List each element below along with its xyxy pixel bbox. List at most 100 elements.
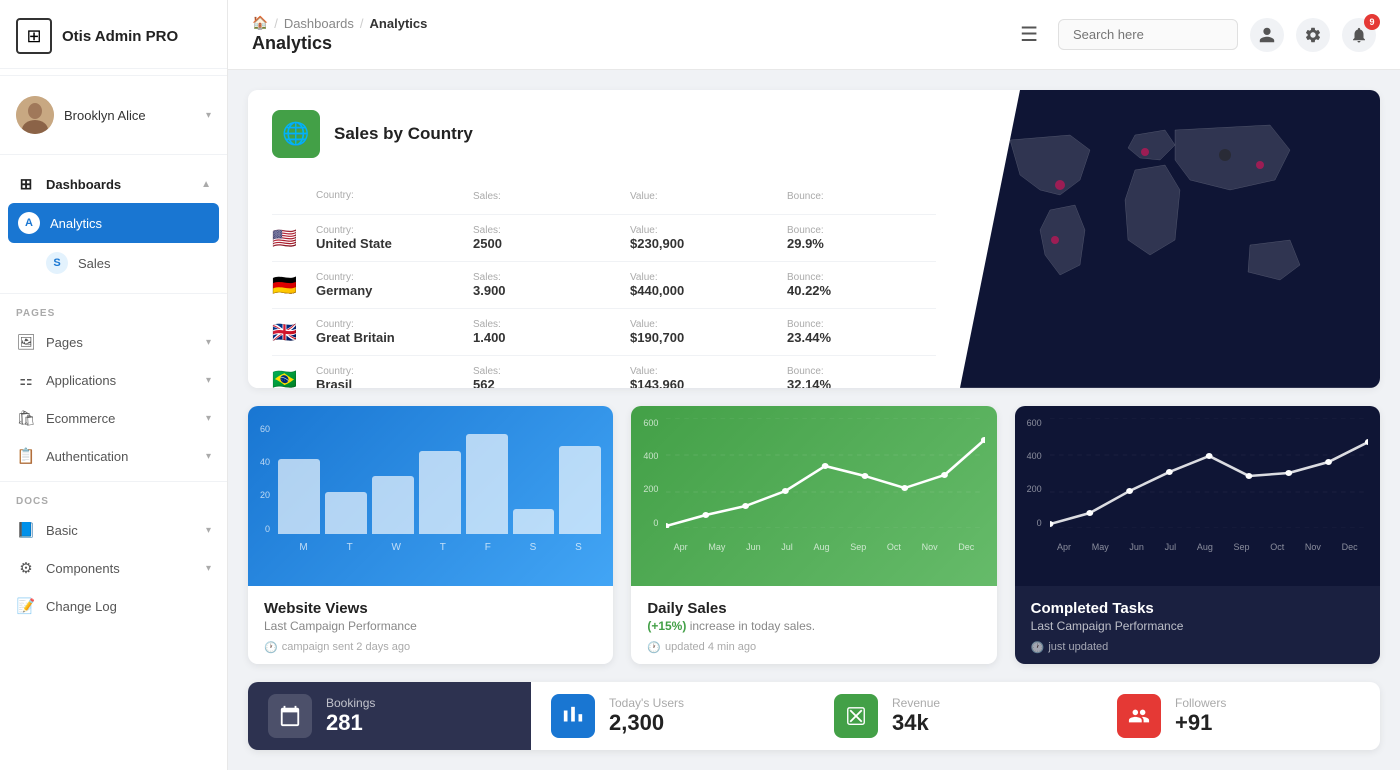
stats-row: Bookings 281 Today's Users 2,300 xyxy=(248,682,1380,750)
ecommerce-icon: 🛍 xyxy=(16,408,36,428)
revenue-icon-wrap xyxy=(834,694,878,738)
settings-icon[interactable] xyxy=(1296,18,1330,52)
followers-label: Followers xyxy=(1175,696,1360,710)
sidebar-item-basic[interactable]: 📘 Basic ▾ xyxy=(0,511,227,549)
user-chevron-icon: ▾ xyxy=(206,110,211,121)
app-name: Otis Admin PRO xyxy=(62,28,178,45)
components-icon: ⚙ xyxy=(16,558,36,578)
avatar xyxy=(16,96,54,134)
completed-tasks-time: 🕐 just updated xyxy=(1031,641,1364,654)
dashboards-icon: ⊞ xyxy=(16,174,36,194)
search-input[interactable] xyxy=(1058,19,1238,50)
bookings-label: Bookings xyxy=(326,696,511,710)
table-row: 🇩🇪 Country:Germany Sales:3.900 Value:$44… xyxy=(272,262,936,309)
sidebar: ⊞ Otis Admin PRO Brooklyn Alice ▾ ⊞ Dash… xyxy=(0,0,228,770)
daily-sales-title: Daily Sales xyxy=(647,600,980,617)
stat-today-users: Today's Users 2,300 xyxy=(531,682,814,750)
bar xyxy=(372,476,414,534)
clock-icon: 🕐 xyxy=(264,641,278,654)
completed-tasks-title: Completed Tasks xyxy=(1031,600,1364,617)
x-label: F xyxy=(485,542,491,553)
today-users-value: 2,300 xyxy=(609,710,794,736)
x-label: May xyxy=(708,542,725,552)
hamburger-icon[interactable]: ☰ xyxy=(1016,18,1042,51)
sales-us: 2500 xyxy=(473,236,622,251)
x-label: Jul xyxy=(1165,542,1177,552)
users-icon-wrap xyxy=(551,694,595,738)
analytics-badge: A xyxy=(18,212,40,234)
revenue-label: Revenue xyxy=(892,696,1077,710)
user-section[interactable]: Brooklyn Alice ▾ xyxy=(0,82,227,148)
bar xyxy=(278,459,320,534)
sidebar-item-dashboards[interactable]: ⊞ Dashboards ▲ xyxy=(0,165,227,203)
x-label: Sep xyxy=(850,542,866,552)
website-views-chart: 6040200 M xyxy=(248,406,613,586)
sales-globe-icon: 🌐 xyxy=(272,110,320,158)
sales-title: Sales by Country xyxy=(334,124,473,144)
country-de: Germany xyxy=(316,283,465,298)
notifications-icon[interactable]: 9 xyxy=(1342,18,1376,52)
user-name: Brooklyn Alice xyxy=(64,108,196,123)
completed-tasks-card: 6004002000 xyxy=(1015,406,1380,664)
applications-label: Applications xyxy=(46,373,116,388)
value-de: $440,000 xyxy=(630,283,779,298)
sidebar-item-applications[interactable]: ⚏ Applications ▾ xyxy=(0,361,227,399)
authentication-label: Authentication xyxy=(46,449,128,464)
col-sales-label: Sales: xyxy=(473,191,501,202)
sales-de: 3.900 xyxy=(473,283,622,298)
pages-label: Pages xyxy=(46,335,83,350)
sidebar-item-components[interactable]: ⚙ Components ▾ xyxy=(0,549,227,587)
sidebar-item-ecommerce[interactable]: 🛍 Ecommerce ▾ xyxy=(0,399,227,437)
x-label: May xyxy=(1092,542,1109,552)
dashboards-chevron: ▲ xyxy=(201,179,211,190)
x-label: W xyxy=(392,542,401,553)
col-bounce-label: Bounce: xyxy=(787,191,824,202)
value-gb: $190,700 xyxy=(630,330,779,345)
bounce-us: 29.9% xyxy=(787,236,936,251)
x-label: M xyxy=(299,542,307,553)
authentication-chevron: ▾ xyxy=(206,451,211,462)
x-label: Aug xyxy=(813,542,829,552)
sidebar-item-sales[interactable]: S Sales xyxy=(0,243,227,283)
daily-sales-highlight: (+15%) xyxy=(647,619,686,633)
daily-sales-subtitle: (+15%) increase in today sales. xyxy=(647,619,980,633)
pages-icon: 🖼 xyxy=(16,332,36,352)
world-map-panel xyxy=(960,90,1380,388)
sidebar-item-authentication[interactable]: 📋 Authentication ▾ xyxy=(0,437,227,475)
x-label: Apr xyxy=(1057,542,1071,552)
sidebar-item-changelog[interactable]: 📝 Change Log xyxy=(0,587,227,625)
header: 🏠 / Dashboards / Analytics Analytics ☰ 9 xyxy=(228,0,1400,70)
sidebar-item-pages[interactable]: 🖼 Pages ▾ xyxy=(0,323,227,361)
flag-gb: 🇬🇧 xyxy=(272,320,308,345)
bar xyxy=(325,492,367,534)
table-row: 🇺🇸 Country:United State Sales:2500 Value… xyxy=(272,215,936,262)
pages-chevron: ▾ xyxy=(206,337,211,348)
website-views-info: Website Views Last Campaign Performance … xyxy=(248,586,613,664)
x-label: T xyxy=(347,542,353,553)
completed-tasks-subtitle: Last Campaign Performance xyxy=(1031,619,1364,633)
x-label: Aug xyxy=(1197,542,1213,552)
bar xyxy=(419,451,461,534)
stat-bookings: Bookings 281 xyxy=(248,682,531,750)
breadcrumb-analytics: Analytics xyxy=(370,16,428,31)
sales-badge: S xyxy=(46,252,68,274)
sales-br: 562 xyxy=(473,377,622,388)
flag-de: 🇩🇪 xyxy=(272,273,308,298)
x-label: Dec xyxy=(1342,542,1358,552)
content-area: 🌐 Sales by Country Country: Sales: Value… xyxy=(228,70,1400,770)
dashboards-label: Dashboards xyxy=(46,177,121,192)
stat-revenue: Revenue 34k xyxy=(814,682,1097,750)
col-value-label: Value: xyxy=(630,191,658,202)
stat-followers: Followers +91 xyxy=(1097,682,1380,750)
x-label: Nov xyxy=(922,542,938,552)
sales-table: Country: Sales: Value: Bounce: 🇺🇸 Countr… xyxy=(272,176,936,388)
charts-row: 6040200 M xyxy=(248,406,1380,664)
bounce-de: 40.22% xyxy=(787,283,936,298)
sidebar-item-analytics[interactable]: A Analytics xyxy=(8,203,219,243)
x-label: Jun xyxy=(1129,542,1144,552)
x-label: Apr xyxy=(674,542,688,552)
user-profile-icon[interactable] xyxy=(1250,18,1284,52)
docs-section-label: DOCS xyxy=(0,488,227,511)
bookings-value: 281 xyxy=(326,710,511,736)
sidebar-logo: ⊞ Otis Admin PRO xyxy=(0,0,227,69)
